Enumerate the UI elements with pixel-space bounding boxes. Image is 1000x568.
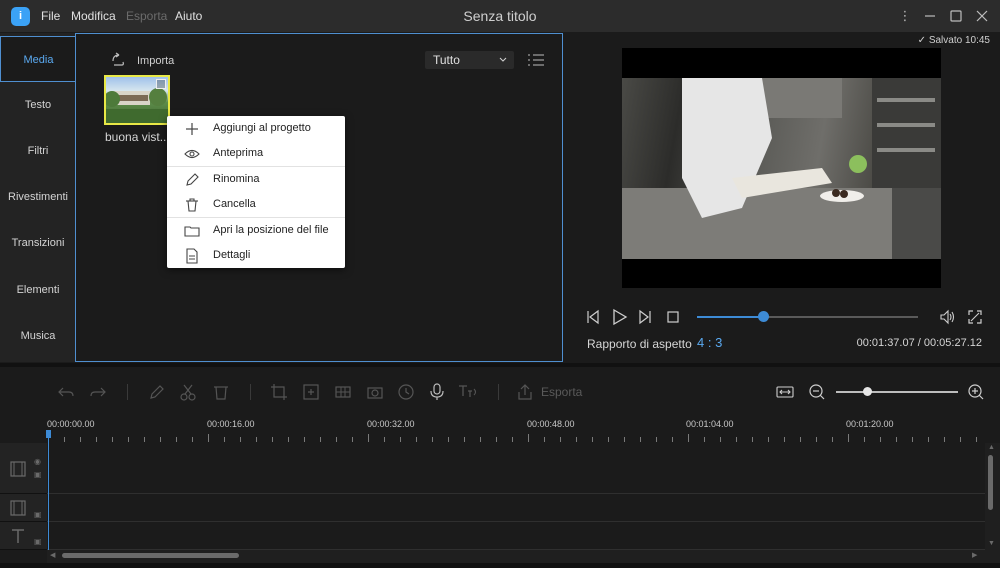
playback-progress-fill (697, 316, 764, 318)
scroll-left-icon[interactable]: ◀ (50, 551, 55, 559)
menu-item-preview[interactable]: Anteprima (167, 141, 345, 166)
stop-icon[interactable] (664, 308, 682, 326)
track-lock-icon[interactable]: ▣ (34, 537, 42, 546)
ruler-ticks (48, 434, 977, 442)
trash-icon (184, 197, 200, 213)
minimize-icon[interactable] (920, 6, 940, 26)
aspect-ratio-label: Rapporto di aspetto (587, 337, 692, 351)
tab-media[interactable]: Media (0, 36, 76, 82)
ruler-label: 00:00:16.00 (207, 419, 255, 429)
tab-testo[interactable]: Testo (0, 82, 76, 128)
eye-icon (184, 146, 200, 162)
window-title: Senza titolo (463, 8, 537, 24)
saved-status: ✓ Salvato 10:45 (917, 35, 990, 46)
fit-icon[interactable] (302, 383, 320, 401)
export-button[interactable]: Esporta (541, 385, 582, 399)
duration-icon[interactable] (397, 383, 415, 401)
plus-icon (184, 121, 200, 137)
zoom-out-icon[interactable] (808, 383, 826, 401)
menu-item-rename[interactable]: Rinomina (167, 167, 345, 192)
scroll-up-icon[interactable]: ▲ (988, 444, 995, 451)
zoom-slider-handle[interactable] (862, 387, 872, 396)
chevron-down-icon (498, 51, 508, 74)
media-filter-select[interactable]: Tutto (425, 51, 514, 69)
horizontal-scrollbar-thumb[interactable] (62, 553, 239, 558)
vertical-scrollbar-thumb[interactable] (988, 455, 993, 510)
tab-musica[interactable]: Musica (0, 313, 76, 359)
left-tab-bar: Media Testo Filtri Rivestimenti Transizi… (0, 33, 76, 362)
previous-frame-icon[interactable] (584, 308, 602, 326)
document-icon (184, 248, 200, 264)
cut-icon[interactable] (179, 383, 197, 401)
tab-elementi[interactable]: Elementi (0, 267, 76, 313)
redo-icon[interactable] (89, 383, 107, 401)
volume-icon[interactable] (938, 308, 956, 326)
text-to-speech-icon[interactable] (458, 383, 477, 401)
overlay-film-icon (9, 499, 27, 517)
folder-icon (184, 223, 200, 239)
maximize-icon[interactable] (946, 6, 966, 26)
ruler-label: 00:01:20.00 (846, 419, 894, 429)
zoom-in-icon[interactable] (967, 383, 985, 401)
ruler-label: 00:00:00.00 (47, 419, 95, 429)
ruler-label: 00:01:04.00 (686, 419, 734, 429)
fit-timeline-icon[interactable] (776, 383, 794, 401)
playhead-handle[interactable] (46, 430, 51, 438)
ruler-label: 00:00:48.00 (527, 419, 575, 429)
scroll-down-icon[interactable]: ▼ (988, 540, 995, 547)
zoom-slider-track[interactable] (836, 391, 958, 393)
media-filter-value: Tutto (433, 53, 460, 67)
delete-icon[interactable] (212, 383, 230, 401)
import-icon[interactable] (110, 52, 126, 68)
track-visibility-icon[interactable]: ◉ (34, 457, 41, 466)
media-thumbnail[interactable] (104, 75, 170, 125)
next-frame-icon[interactable] (636, 308, 654, 326)
fullscreen-icon[interactable] (966, 308, 984, 326)
timecode: 00:01:37.07 / 00:05:27.12 (856, 337, 982, 349)
thumbnail-checkbox[interactable] (156, 79, 166, 89)
window-bottom-edge (0, 563, 1000, 568)
menu-item-add-to-project[interactable]: Aggiungi al progetto (167, 116, 345, 141)
edit-icon[interactable] (148, 383, 166, 401)
export-icon[interactable] (516, 383, 534, 401)
microphone-icon[interactable] (428, 383, 446, 401)
scroll-right-icon[interactable]: ▶ (972, 551, 977, 559)
import-button[interactable]: Importa (137, 55, 174, 67)
film-icon (9, 460, 27, 478)
close-icon[interactable] (972, 6, 992, 26)
mosaic-icon[interactable] (334, 383, 352, 401)
list-view-icon[interactable] (527, 52, 545, 68)
toolbar-separator (250, 384, 251, 400)
play-icon[interactable] (610, 308, 628, 326)
media-item-name: buona vist... (105, 130, 170, 144)
undo-icon[interactable] (57, 383, 75, 401)
playhead[interactable] (48, 438, 49, 550)
toolbar-separator (127, 384, 128, 400)
menu-item-details[interactable]: Dettagli (167, 243, 345, 268)
menu-item-open-location[interactable]: Apri la posizione del file (167, 218, 345, 243)
tab-filtri[interactable]: Filtri (0, 128, 76, 174)
tab-transizioni[interactable]: Transizioni (0, 220, 76, 266)
track-lock-icon[interactable]: ▣ (34, 470, 42, 479)
text-icon (9, 527, 27, 545)
aspect-ratio-value[interactable]: 4 : 3 (697, 335, 722, 350)
check-circle-icon: ✓ (917, 35, 927, 46)
pencil-icon (184, 172, 200, 188)
video-frame-image (622, 78, 941, 259)
crop-icon[interactable] (270, 383, 288, 401)
menu-item-delete[interactable]: Cancella (167, 192, 345, 217)
snapshot-icon[interactable] (366, 383, 384, 401)
video-track[interactable] (47, 443, 985, 494)
toolbar-separator (498, 384, 499, 400)
overlay-track[interactable] (47, 494, 985, 522)
ruler-label: 00:00:32.00 (367, 419, 415, 429)
context-menu: Aggiungi al progetto Anteprima Rinomina … (167, 116, 345, 268)
tab-rivestimenti[interactable]: Rivestimenti (0, 174, 76, 220)
more-icon[interactable]: ⋮ (895, 6, 915, 26)
track-lock-icon[interactable]: ▣ (34, 510, 42, 519)
text-track[interactable] (47, 522, 985, 550)
